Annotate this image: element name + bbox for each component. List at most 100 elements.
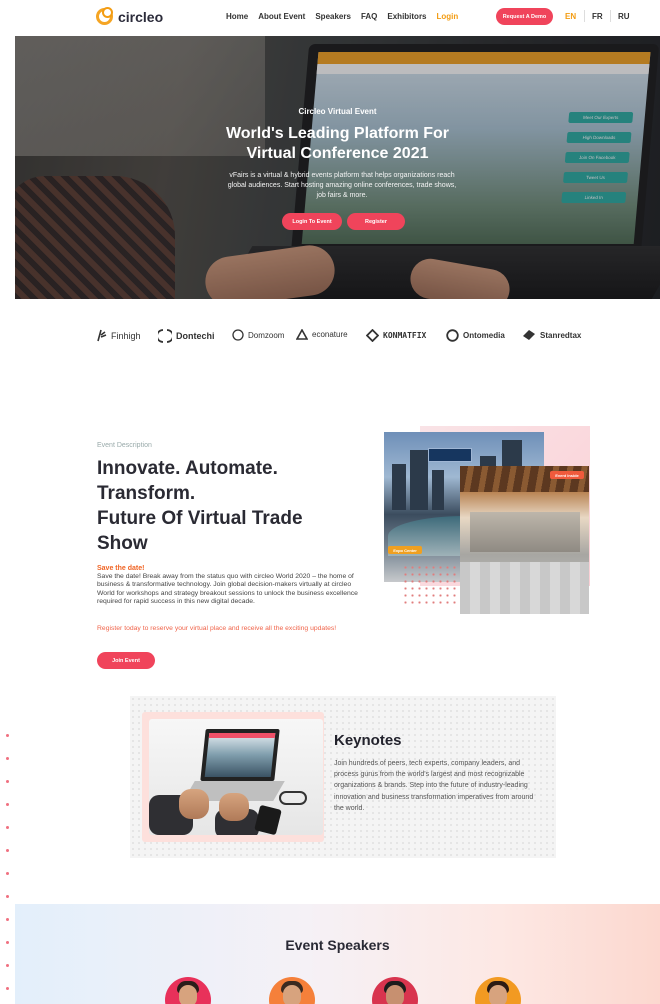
decorative-dot (6, 826, 9, 829)
event-visual: Event Inside Expo Center (384, 424, 590, 614)
register-button[interactable]: Register (347, 213, 405, 230)
expo-sign (428, 448, 472, 462)
hero-description: vFairs is a virtual & hybrid events plat… (227, 172, 457, 199)
join-event-button[interactable]: Join Event (97, 652, 155, 669)
decorative-dot (6, 780, 9, 783)
nav-home[interactable]: Home (226, 12, 248, 21)
skyline-building (432, 470, 444, 510)
lang-divider (610, 10, 611, 22)
event-title-line: Future Of Virtual Trade (97, 508, 303, 529)
request-demo-button[interactable]: Request A Demo (496, 8, 553, 25)
nav-speakers[interactable]: Speakers (315, 12, 351, 21)
speaker-face (179, 985, 197, 1004)
event-body-text: Save the date! Break away from the statu… (97, 573, 358, 606)
event-title-line: Transform. (97, 483, 196, 504)
speaker-avatar[interactable] (165, 977, 211, 1004)
econature-icon (296, 329, 308, 340)
nav-login[interactable]: Login (437, 12, 459, 21)
event-title-line: Innovate. Automate. (97, 458, 278, 479)
partner-name: Finhigh (111, 330, 141, 341)
keynote-hand (179, 789, 209, 819)
site-header: circleo Home About Event Speakers FAQ Ex… (0, 0, 660, 36)
speaker-avatar[interactable] (372, 977, 418, 1004)
hero-eyebrow: Circleo Virtual Event (298, 107, 377, 116)
hero-title: World's Leading Platform For Virtual Con… (15, 124, 660, 164)
decorative-dot (6, 872, 9, 875)
domzoom-icon (232, 329, 244, 341)
keynote-laptop-screen (204, 733, 276, 777)
decorative-dot (6, 987, 9, 990)
hall-floor (460, 562, 589, 614)
keynotes-text: Join hundreds of peers, tech experts, co… (334, 760, 534, 812)
partner-logo: KONMATFIX (366, 329, 426, 342)
event-title: Innovate. Automate. Transform. Future Of… (97, 456, 387, 556)
speaker-face (489, 985, 507, 1004)
partner-logo: Ontomedia (446, 329, 505, 342)
event-inside-image (460, 466, 589, 614)
partner-name: econature (312, 330, 348, 339)
partner-logo: Finhigh (96, 329, 141, 342)
hall-booths (470, 512, 580, 552)
login-to-event-button[interactable]: Login To Event (282, 213, 342, 230)
event-eyebrow: Event Description (97, 442, 152, 449)
partner-logo: Domzoom (232, 329, 284, 341)
speaker-face (283, 985, 301, 1004)
event-title-line: Show (97, 533, 148, 554)
lang-ru[interactable]: RU (618, 12, 630, 21)
decorative-dot (6, 757, 9, 760)
nav-exhibitors[interactable]: Exhibitors (387, 12, 426, 21)
partner-name: Dontechi (176, 331, 215, 341)
expo-center-tag: Expo Center (388, 546, 422, 554)
skyline-building (392, 464, 406, 510)
keynote-hand (219, 793, 249, 821)
ontomedia-icon (446, 329, 459, 342)
partner-logos: Finhigh Dontechi Domzoom econature KONMA… (96, 329, 596, 347)
partner-logo: econature (296, 329, 348, 340)
speaker-avatar[interactable] (269, 977, 315, 1004)
decorative-dot (6, 803, 9, 806)
speakers-section: Event Speakers (15, 904, 660, 1004)
keynote-laptop (200, 729, 280, 781)
konmatfix-icon (366, 329, 379, 342)
logo[interactable]: circleo (96, 7, 164, 25)
event-register-text: Register today to reserve your virtual p… (97, 625, 337, 632)
lang-en[interactable]: EN (565, 12, 576, 21)
hero-overlay (15, 36, 660, 299)
partner-name: KONMATFIX (383, 331, 427, 340)
keynotes-title: Keynotes (334, 732, 402, 749)
speakers-title: Event Speakers (285, 937, 390, 953)
decorative-dot (6, 849, 9, 852)
speaker-face (386, 985, 404, 1004)
main-nav: Home About Event Speakers FAQ Exhibitors… (226, 12, 470, 21)
hero-title-line: World's Leading Platform For (225, 125, 450, 142)
decorative-dot (6, 918, 9, 921)
partner-logo: Dontechi (158, 329, 215, 343)
logo-icon (96, 7, 113, 25)
keynotes-image (149, 719, 323, 835)
dontechi-icon (158, 329, 172, 343)
finhigh-icon (97, 329, 107, 342)
partner-name: Ontomedia (463, 331, 505, 340)
nav-faq[interactable]: FAQ (361, 12, 377, 21)
speaker-avatar[interactable] (475, 977, 521, 1004)
decorative-dot (6, 734, 9, 737)
keynote-glasses (279, 791, 307, 805)
keynote-laptop-topbar (208, 733, 276, 738)
event-inside-tag: Event Inside (550, 471, 584, 479)
save-the-date-heading: Save the date! (97, 565, 145, 572)
partner-logo: Stanredtax (522, 329, 581, 341)
hero-title-line: Virtual Conference 2021 (246, 145, 429, 162)
decorative-dots (402, 564, 460, 604)
partner-name: Domzoom (248, 330, 285, 340)
hero-section: Meet Our Experts High Downloads Join On … (15, 36, 660, 299)
decorative-dot (6, 895, 9, 898)
partner-name: Stanredtax (540, 330, 582, 340)
nav-about-event[interactable]: About Event (258, 12, 305, 21)
lang-fr[interactable]: FR (592, 12, 603, 21)
lang-divider (584, 10, 585, 22)
decorative-dot (6, 941, 9, 944)
decorative-dot (6, 964, 9, 967)
hall-ceiling (460, 466, 589, 492)
keynote-phone (254, 804, 282, 835)
logo-text: circleo (118, 8, 164, 25)
